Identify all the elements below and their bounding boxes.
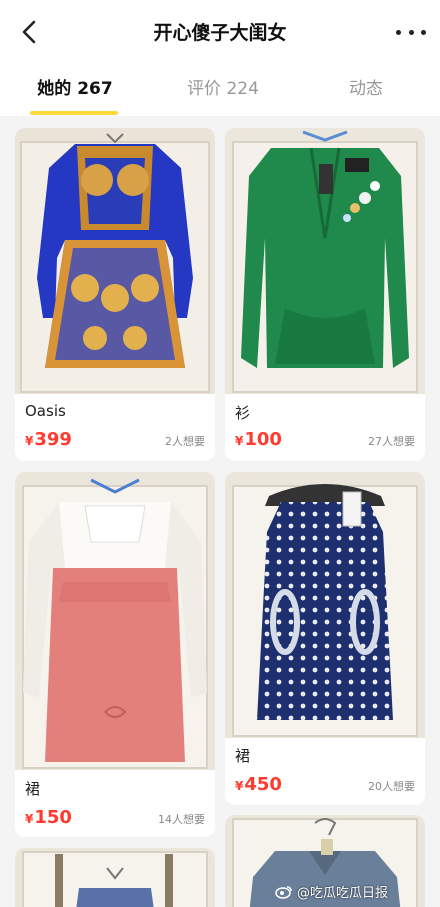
product-card[interactable]: Oasis ¥399 2人想要 xyxy=(15,128,215,461)
product-photo xyxy=(15,848,215,907)
want-count: 20人想要 xyxy=(368,780,415,793)
product-photo xyxy=(15,128,215,394)
product-name: 衫 xyxy=(235,404,251,422)
active-tab-indicator xyxy=(30,111,118,115)
want-count: 14人想要 xyxy=(158,813,205,826)
product-price: ¥100 xyxy=(235,429,282,450)
more-dots-icon xyxy=(396,29,401,35)
product-price: ¥450 xyxy=(235,774,282,795)
product-price: ¥399 xyxy=(25,429,72,450)
product-name: Oasis xyxy=(25,402,66,420)
product-photo xyxy=(15,472,215,770)
want-count: 2人想要 xyxy=(165,435,205,448)
product-card[interactable]: 裙 ¥150 14人想要 xyxy=(15,472,215,837)
tab-hers[interactable]: 她的 267 xyxy=(30,74,120,108)
product-photo xyxy=(225,128,425,394)
weibo-icon xyxy=(275,885,292,899)
tab-reviews[interactable]: 评价 224 xyxy=(178,74,268,108)
want-count: 27人想要 xyxy=(368,435,415,448)
product-card[interactable]: 裙 ¥450 20人想要 xyxy=(225,472,425,805)
product-card[interactable] xyxy=(15,848,215,907)
product-photo xyxy=(225,472,425,738)
product-name: 裙 xyxy=(25,780,41,798)
product-name: 裙 xyxy=(235,747,251,765)
top-bar: 开心傻子大闺女 xyxy=(0,0,440,64)
profile-tabs: 她的 267 评价 224 动态 xyxy=(0,64,440,116)
weibo-watermark: @吃瓜吃瓜日报 xyxy=(275,882,388,901)
product-price: ¥150 xyxy=(25,807,72,828)
page-title: 开心傻子大闺女 xyxy=(153,22,287,44)
product-card[interactable]: 衫 ¥100 27人想要 xyxy=(225,128,425,461)
more-button[interactable] xyxy=(396,22,426,42)
tab-activity[interactable]: 动态 xyxy=(340,74,392,108)
watermark-text: @吃瓜吃瓜日报 xyxy=(296,886,388,901)
